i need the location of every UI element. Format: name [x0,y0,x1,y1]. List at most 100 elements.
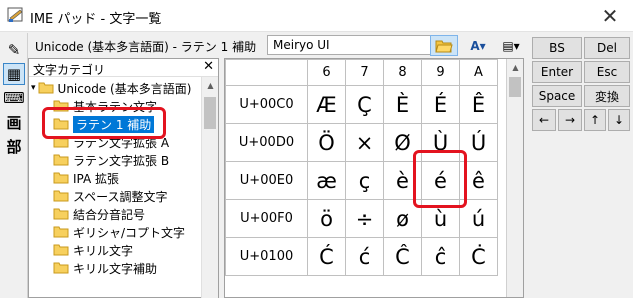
arrow-left-key[interactable]: ← [532,109,556,131]
chevron-down-icon[interactable]: ▾ [31,83,36,93]
view-options-button[interactable]: ▤▾ [496,35,526,56]
tree-close-icon[interactable]: ✕ [203,59,214,74]
char-cell[interactable]: è [383,161,422,200]
tree-item-combining-diacritics[interactable]: 結合分音記号 [53,205,145,223]
category-title: Unicode (基本多言語面) - ラテン 1 補助 [35,40,257,54]
char-cell[interactable]: Ø [383,123,422,162]
folder-icon [53,100,69,112]
soft-keyboard-icon[interactable]: ⌨ [3,87,25,109]
char-cell[interactable]: ć [345,237,384,276]
tree-item-label: Unicode (基本多言語面) [57,81,192,96]
tree-item-ipa-extensions[interactable]: IPA 拡張 [53,169,119,187]
tree-item-latin-extended-b[interactable]: ラテン文字拡張 B [53,151,169,169]
char-row: U+0100 Ć ć Ĉ ĉ Ċ [225,237,498,276]
char-cell[interactable]: Ĉ [383,237,422,276]
scroll-up-icon[interactable]: ▲ [507,59,524,76]
char-cell[interactable]: ú [459,199,498,238]
char-cell[interactable]: æ [307,161,346,200]
char-cell[interactable]: Ù [421,123,460,162]
folder-icon [53,208,69,220]
char-cell[interactable]: Æ [307,85,346,124]
font-select[interactable]: Meiryo UI ▼ [267,35,453,55]
bs-key[interactable]: BS [532,37,582,59]
tree-header: 文字カテゴリ ✕ [29,59,218,77]
char-cell[interactable]: Ú [459,123,498,162]
tree-item-cyrillic[interactable]: キリル文字 [53,241,133,259]
char-list-icon[interactable]: ▦ [3,63,25,85]
scroll-thumb[interactable] [204,97,216,129]
row-code: U+00D0 [225,123,308,162]
font-size-icon: A▾ [470,38,486,53]
font-size-button[interactable]: A▾ [464,35,492,56]
tree-item-label: ラテン文字拡張 A [73,135,170,150]
folder-icon [53,226,69,238]
char-row: U+00E0 æ ç è é ê [225,161,498,200]
tree-scrollbar[interactable]: ▲ [201,77,218,298]
tree-item-cyrillic-supplement[interactable]: キリル文字補助 [53,259,157,277]
tree-item-label: キリル文字 [73,243,134,258]
char-cell[interactable]: Ć [307,237,346,276]
char-cell[interactable]: Ċ [459,237,498,276]
font-select-value: Meiryo UI [273,38,330,52]
char-cell[interactable]: ç [345,161,384,200]
column-header-row: 6 7 8 9 A [225,59,498,86]
space-key[interactable]: Space [532,85,582,107]
tree-item-label: ラテン 1 補助 [73,115,155,133]
character-grid: 6 7 8 9 A U+00C0 Æ Ç È É Ê U+00D0 Ö × Ø … [224,58,524,298]
char-cell[interactable]: É [421,85,460,124]
del-key[interactable]: Del [584,37,630,59]
character-table: 6 7 8 9 A U+00C0 Æ Ç È É Ê U+00D0 Ö × Ø … [225,59,498,276]
char-cell[interactable]: ĉ [421,237,460,276]
tree-header-label: 文字カテゴリ [33,63,106,77]
open-folder-button[interactable] [430,35,458,56]
char-cell[interactable]: Ç [345,85,384,124]
radical-icon[interactable]: 部 [3,135,25,157]
char-cell[interactable]: ö [307,199,346,238]
tree-item-basic-latin[interactable]: 基本ラテン文字 [53,97,157,115]
char-cell[interactable]: ÷ [345,199,384,238]
tree-item-unicode-bmp[interactable]: ▾ Unicode (基本多言語面) [31,79,191,97]
folder-icon [53,118,69,130]
row-code: U+0100 [225,237,308,276]
key-panel: BS Del Enter Esc Space 変換 ← → ↑ ↓ [528,33,633,298]
column-header: 8 [383,59,422,86]
tree-item-latin-extended-a[interactable]: ラテン文字拡張 A [53,133,169,151]
char-cell[interactable]: ê [459,161,498,200]
folder-icon [53,172,69,184]
tree-item-greek-coptic[interactable]: ギリシャ/コプト文字 [53,223,185,241]
char-cell[interactable]: ø [383,199,422,238]
char-cell[interactable]: Ê [459,85,498,124]
char-cell[interactable]: Ö [307,123,346,162]
char-cell[interactable]: ù [421,199,460,238]
column-header: 7 [345,59,384,86]
scroll-thumb[interactable] [509,77,521,97]
tree-item-latin-1-supplement[interactable]: ラテン 1 補助 [53,115,155,133]
grid-scrollbar[interactable]: ▲ [506,59,523,297]
window-title: IME パッド - 文字一覧 [30,12,162,27]
char-row: U+00F0 ö ÷ ø ù ú [225,199,498,238]
stroke-count-icon[interactable]: 画 [3,111,25,133]
tree-item-spacing-modifiers[interactable]: スペース調整文字 [53,187,168,205]
tree-item-label: ギリシャ/コプト文字 [73,225,186,240]
esc-key[interactable]: Esc [584,61,630,83]
tree-item-label: スペース調整文字 [73,189,168,204]
char-cell-e-acute[interactable]: é [421,161,460,200]
char-cell[interactable]: È [383,85,422,124]
arrow-up-key[interactable]: ↑ [584,109,606,131]
open-folder-icon [435,40,453,52]
window-close-button[interactable]: ✕ [587,0,633,32]
scroll-up-icon[interactable]: ▲ [202,77,219,94]
folder-icon [38,82,54,94]
convert-key[interactable]: 変換 [584,85,630,107]
handwriting-icon[interactable]: ✎ [3,39,25,61]
arrow-down-key[interactable]: ↓ [608,109,630,131]
char-row: U+00C0 Æ Ç È É Ê [225,85,498,124]
category-tree: 文字カテゴリ ✕ ▾ Unicode (基本多言語面) 基本ラテン文字 ラテン … [28,58,219,298]
view-options-icon: ▤▾ [502,38,520,53]
char-cell[interactable]: × [345,123,384,162]
title-bar: IME パッド - 文字一覧 ✕ [0,0,633,32]
column-header: 6 [307,59,346,86]
arrow-right-key[interactable]: → [558,109,582,131]
row-code: U+00F0 [225,199,308,238]
enter-key[interactable]: Enter [532,61,582,83]
